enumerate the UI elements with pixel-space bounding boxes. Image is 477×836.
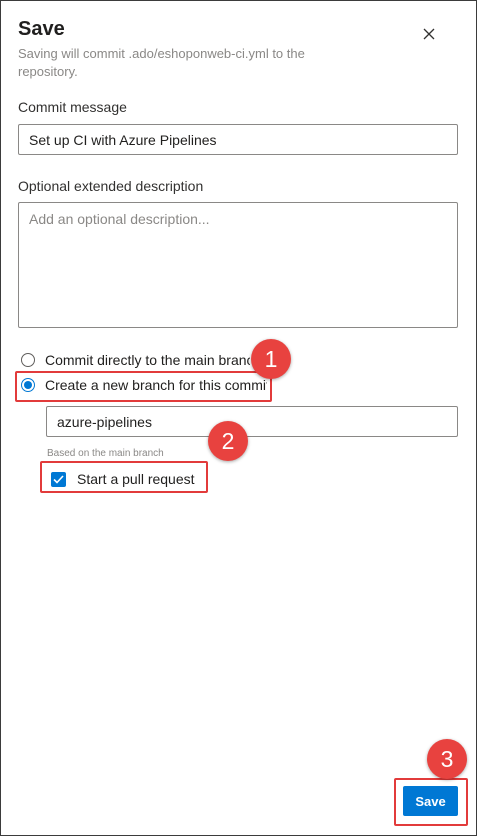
- dialog-title: Save: [18, 18, 65, 40]
- branch-name-input[interactable]: [46, 406, 458, 437]
- checkmark-icon: [53, 474, 64, 484]
- commit-message-input[interactable]: [18, 124, 458, 155]
- branch-hint: Based on the main branch: [47, 448, 164, 459]
- description-label: Optional extended description: [18, 178, 204, 194]
- callout-badge-2: 2: [208, 421, 248, 461]
- radio-commit-main-label: Commit directly to the main branch: [45, 352, 250, 368]
- radio-button-selected[interactable]: [21, 378, 35, 392]
- pull-request-checkbox-row[interactable]: Start a pull request: [51, 471, 195, 487]
- pull-request-label: Start a pull request: [77, 471, 195, 487]
- close-icon: [423, 28, 435, 40]
- commit-message-label: Commit message: [18, 99, 127, 115]
- pull-request-checkbox[interactable]: [51, 471, 66, 487]
- dialog-subtitle: Saving will commit .ado/eshoponweb-ci.ym…: [18, 46, 305, 79]
- save-dialog: Save Saving will commit .ado/eshoponweb-…: [0, 0, 477, 836]
- callout-badge-1: 1: [251, 339, 291, 379]
- radio-button[interactable]: [21, 353, 35, 367]
- radio-new-branch-label: Create a new branch for this commit: [45, 377, 267, 393]
- callout-badge-3: 3: [427, 739, 467, 779]
- description-textarea[interactable]: [18, 202, 458, 328]
- radio-commit-main[interactable]: Commit directly to the main branch: [21, 352, 250, 368]
- save-button[interactable]: Save: [403, 786, 458, 816]
- close-button[interactable]: [418, 23, 440, 45]
- radio-new-branch[interactable]: Create a new branch for this commit: [21, 377, 267, 393]
